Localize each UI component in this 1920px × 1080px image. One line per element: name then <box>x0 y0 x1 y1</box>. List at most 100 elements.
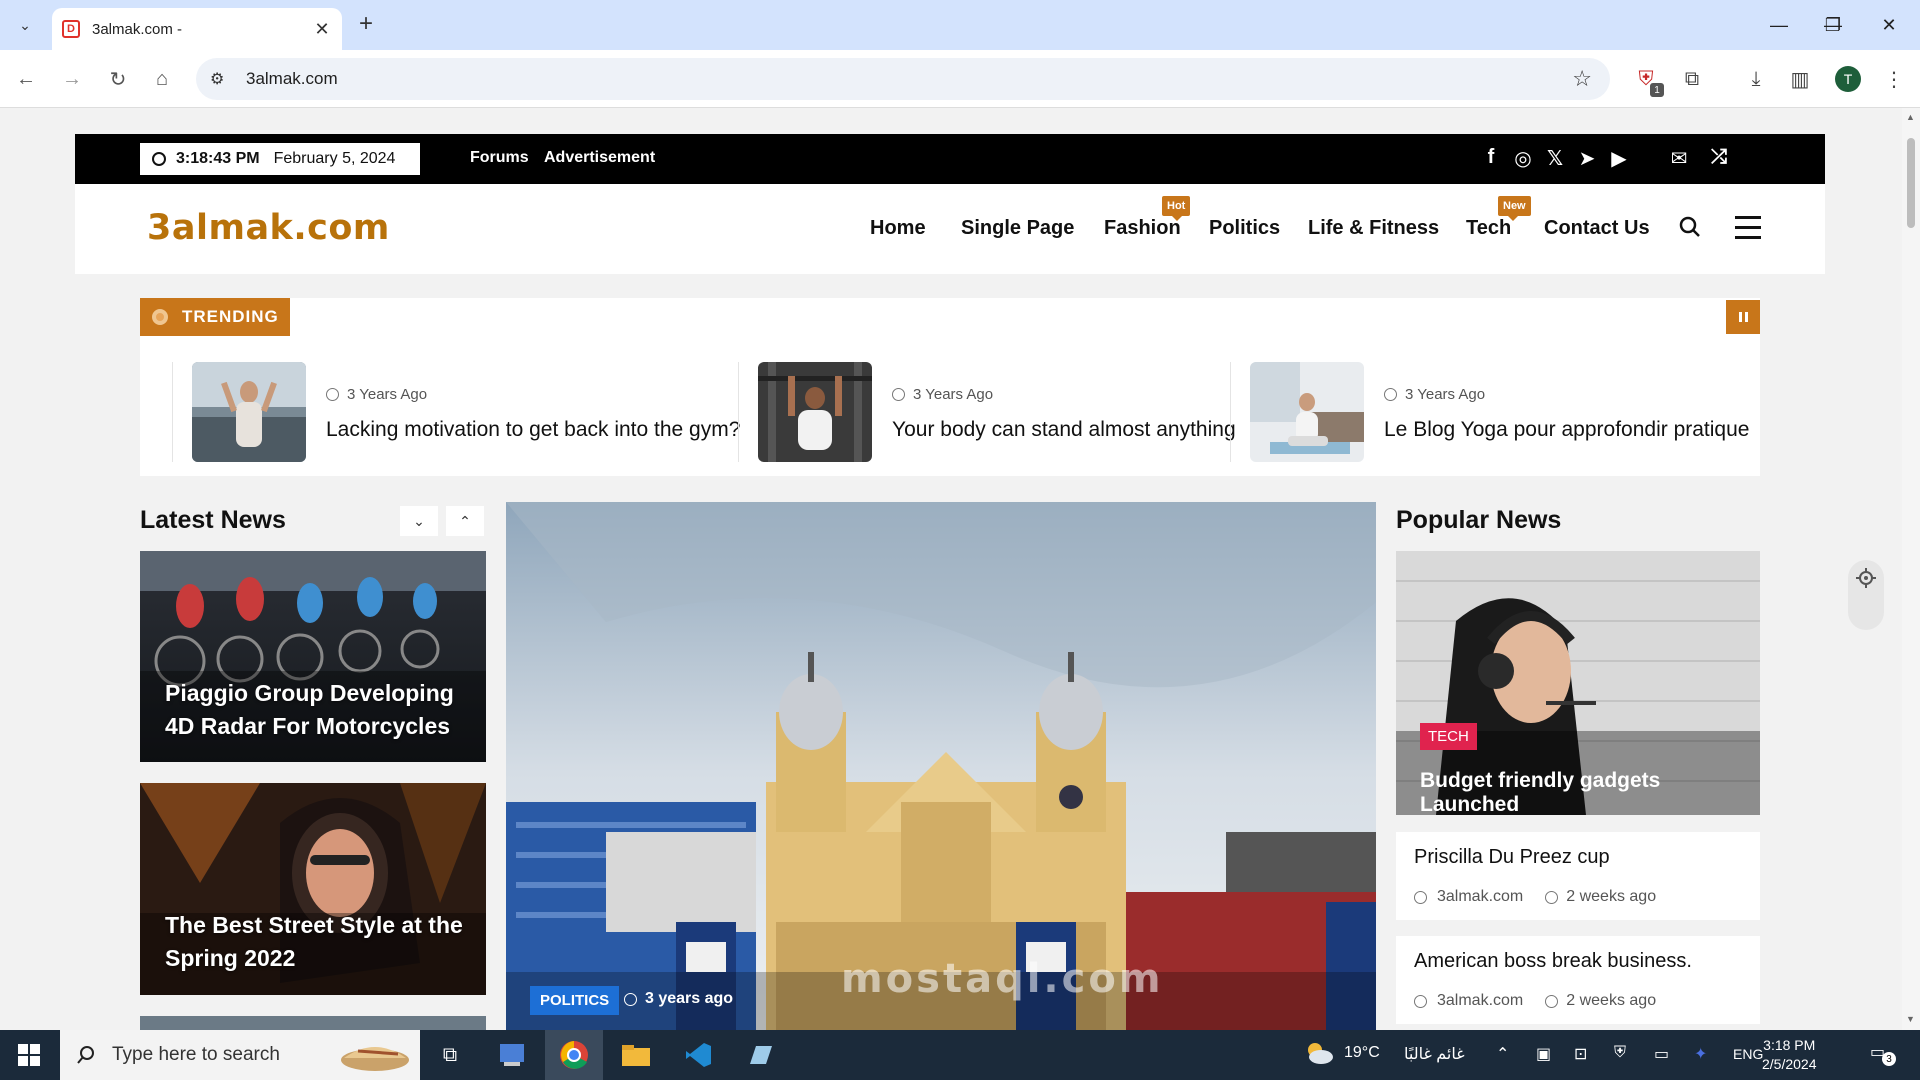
bookmark-star-icon[interactable]: ☆ <box>1572 66 1592 92</box>
tray-network-icon[interactable]: ⊡ <box>1574 1044 1587 1064</box>
instagram-icon[interactable]: ◎ <box>1509 146 1537 171</box>
minimize-window-button[interactable]: — <box>1756 10 1802 40</box>
popular-main-card[interactable]: TECH Budget friendly gadgets Launched <box>1396 551 1760 815</box>
notification-center-icon[interactable]: ▭ 3 <box>1870 1042 1896 1066</box>
profile-avatar[interactable]: T <box>1835 66 1861 92</box>
pause-ticker-button[interactable] <box>1726 300 1760 334</box>
popular-main-title[interactable]: Budget friendly gadgets Launched <box>1420 769 1760 815</box>
trending-title[interactable]: Le Blog Yoga pour approfondir pratique <box>1384 418 1749 442</box>
search-icon[interactable] <box>1675 212 1705 242</box>
extension-shield-icon[interactable]: ⛨ 1 <box>1630 63 1664 97</box>
taskbar-date: 2/5/2024 <box>1762 1056 1817 1072</box>
file-explorer-icon[interactable] <box>618 1038 654 1072</box>
page-scrollbar[interactable]: ▲ ▼ <box>1902 108 1920 1030</box>
tray-security-icon[interactable]: ⛨ <box>1614 1044 1626 1062</box>
trending-item[interactable]: 3 Years Ago Le Blog Yoga pour approfondi… <box>1250 362 1750 464</box>
popular-item-author[interactable]: 3almak.com <box>1437 992 1523 1010</box>
latest-card-title[interactable]: Piaggio Group Developing 4D Radar For Mo… <box>165 677 454 743</box>
nav-politics[interactable]: Politics <box>1209 217 1280 240</box>
popular-item-author[interactable]: 3almak.com <box>1437 888 1523 906</box>
reload-button[interactable]: ↻ <box>102 63 134 95</box>
scrollbar-thumb[interactable] <box>1907 138 1915 228</box>
trending-dot-icon <box>152 309 168 325</box>
trending-item[interactable]: 3 Years Ago Lacking motivation to get ba… <box>192 362 752 464</box>
x-twitter-icon[interactable]: 𝕏 <box>1541 146 1569 171</box>
hero-time: 3 years ago <box>624 990 733 1008</box>
nav-contact-us[interactable]: Contact Us <box>1544 217 1650 240</box>
tray-app-icon[interactable]: ▣ <box>1536 1044 1551 1064</box>
site-settings-icon[interactable]: ⚙ <box>210 69 230 89</box>
extensions-puzzle-icon[interactable]: ⧉ <box>1676 63 1708 95</box>
advertisement-link[interactable]: Advertisement <box>544 149 655 167</box>
tray-bluetooth-icon[interactable]: ✦ <box>1694 1044 1707 1064</box>
chrome-icon[interactable] <box>556 1038 592 1072</box>
scroll-down-arrow-icon[interactable]: ▼ <box>1906 1014 1915 1024</box>
site-logo[interactable]: 3almak.com <box>147 208 390 248</box>
nav-life-fitness[interactable]: Life & Fitness <box>1308 217 1439 240</box>
start-windows-icon[interactable] <box>18 1044 40 1066</box>
latest-prev-button[interactable]: ⌃ <box>446 506 484 536</box>
hamburger-menu-icon[interactable] <box>1735 216 1761 246</box>
trending-title[interactable]: Lacking motivation to get back into the … <box>326 418 740 442</box>
politics-category-badge[interactable]: POLITICS <box>530 986 620 1015</box>
scroll-up-arrow-icon[interactable]: ▲ <box>1906 112 1915 122</box>
taskbar-search-box[interactable]: Type here to search <box>60 1030 420 1080</box>
restore-window-button[interactable]: ❐ <box>1810 10 1856 40</box>
tab-search-button[interactable]: ⌄ <box>10 10 40 40</box>
input-language[interactable]: ENG <box>1733 1046 1763 1062</box>
tray-overflow-icon[interactable]: ⌃ <box>1496 1044 1509 1064</box>
featured-hero-card[interactable]: POLITICS 3 years ago mostaql.com <box>506 502 1376 1030</box>
taskbar-clock[interactable]: 3:18 PM 2/5/2024 <box>1762 1036 1817 1074</box>
windows-taskbar: Type here to search ⧉ 19°C غائم غالبًا ⌃… <box>0 1030 1920 1080</box>
popular-list-item[interactable]: Priscilla Du Preez cup 3almak.com 2 week… <box>1396 832 1760 920</box>
settings-gear-icon[interactable] <box>1848 560 1884 630</box>
current-time: 3:18:43 PM <box>176 150 260 167</box>
popular-item-time: 2 weeks ago <box>1566 888 1657 905</box>
side-panel-icon[interactable]: ▥ <box>1784 63 1816 95</box>
nav-single-page[interactable]: Single Page <box>961 217 1074 240</box>
email-icon[interactable]: ✉ <box>1665 146 1693 171</box>
trending-time: 3 Years Ago <box>326 386 427 403</box>
app-icon[interactable] <box>742 1038 778 1072</box>
browser-tab[interactable]: D 3almak.com - ✕ <box>52 8 342 50</box>
app-icon[interactable] <box>494 1038 530 1072</box>
popular-list-item[interactable]: American boss break business. 3almak.com… <box>1396 936 1760 1024</box>
latest-news-card[interactable]: Piaggio Group Developing 4D Radar For Mo… <box>140 551 486 762</box>
weather-description[interactable]: غائم غالبًا <box>1404 1044 1465 1064</box>
tab-close-icon[interactable]: ✕ <box>312 19 332 40</box>
tray-battery-icon[interactable]: ▭ <box>1654 1044 1669 1064</box>
task-view-icon[interactable]: ⧉ <box>432 1038 468 1072</box>
youtube-icon[interactable]: ▶ <box>1605 146 1633 171</box>
address-bar[interactable]: ⚙ 3almak.com ☆ <box>196 58 1610 100</box>
trending-label: TRENDING <box>140 298 290 336</box>
popular-item-title[interactable]: Priscilla Du Preez cup <box>1414 846 1610 869</box>
forward-button[interactable]: → <box>56 63 88 95</box>
vscode-icon[interactable] <box>680 1038 716 1072</box>
telegram-icon[interactable]: ➤ <box>1573 146 1601 171</box>
trending-title[interactable]: Your body can stand almost anything <box>892 418 1236 442</box>
datetime-box: 3:18:43 PM February 5, 2024 <box>140 143 420 175</box>
latest-news-card[interactable] <box>140 1016 486 1030</box>
latest-news-card[interactable]: The Best Street Style at the Spring 2022 <box>140 783 486 995</box>
nav-tech[interactable]: Tech <box>1466 217 1511 240</box>
close-window-button[interactable]: ✕ <box>1866 10 1912 40</box>
facebook-icon[interactable]: f <box>1477 146 1505 169</box>
latest-card-title[interactable]: The Best Street Style at the Spring 2022 <box>165 909 463 975</box>
home-button[interactable]: ⌂ <box>146 63 178 95</box>
random-shuffle-icon[interactable]: ⤮ <box>1705 146 1733 169</box>
popular-item-title[interactable]: American boss break business. <box>1414 950 1692 973</box>
weather-temperature[interactable]: 19°C <box>1344 1044 1380 1062</box>
nav-fashion[interactable]: Fashion <box>1104 217 1181 240</box>
trending-time: 3 Years Ago <box>892 386 993 403</box>
latest-next-button[interactable]: ⌄ <box>400 506 438 536</box>
clock-icon <box>1545 890 1559 904</box>
downloads-icon[interactable]: ⤓ <box>1740 63 1772 95</box>
tech-category-badge[interactable]: TECH <box>1420 723 1477 750</box>
trending-item[interactable]: 3 Years Ago Your body can stand almost a… <box>758 362 1238 464</box>
new-tab-button[interactable]: + <box>352 10 380 38</box>
forums-link[interactable]: Forums <box>470 149 529 167</box>
back-button[interactable]: ← <box>10 63 42 95</box>
weather-cloud-icon[interactable] <box>1303 1040 1335 1071</box>
nav-home[interactable]: Home <box>870 217 926 240</box>
browser-menu-icon[interactable]: ⋮ <box>1878 63 1910 95</box>
